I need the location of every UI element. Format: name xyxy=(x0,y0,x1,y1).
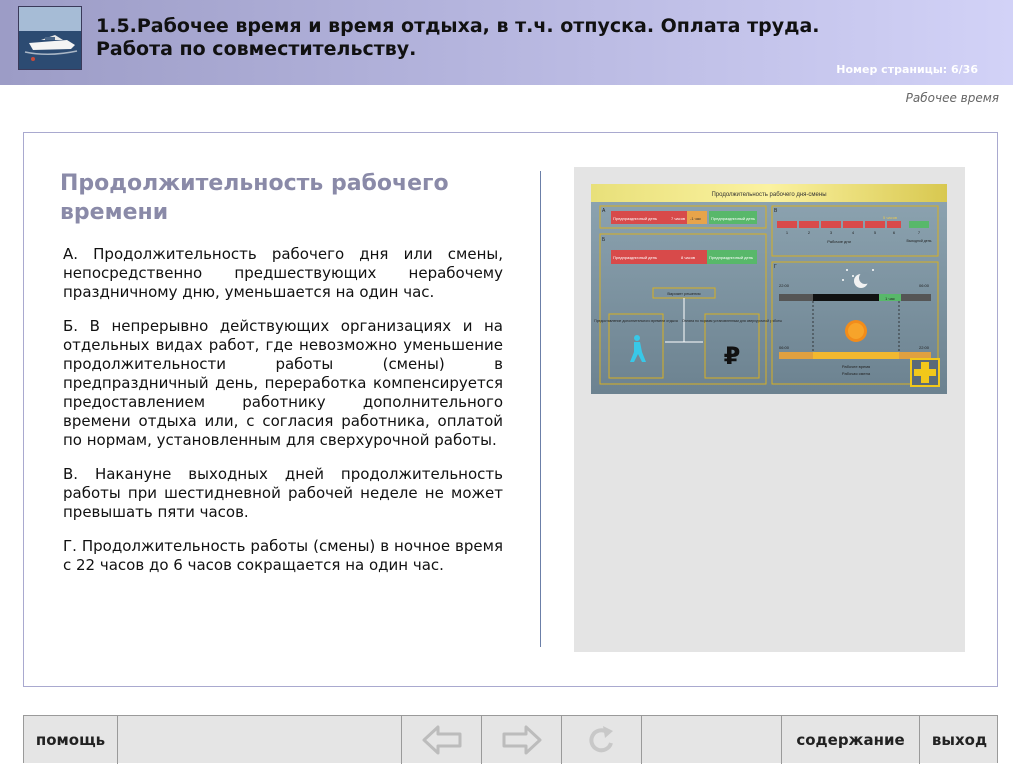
box-a-minus: -1 час xyxy=(690,216,701,221)
box-a-label-1: Предпраздничный день xyxy=(613,216,657,221)
time-22b-label: 22:00 xyxy=(919,345,930,350)
week-label: Рабочие дни xyxy=(827,239,851,244)
page-title: 1.5.Рабочее время и время отдыха, в т.ч.… xyxy=(96,15,896,61)
zoom-plus-icon[interactable] xyxy=(910,358,940,387)
help-button[interactable]: помощь xyxy=(24,716,118,764)
page-title-line-2: Работа по совместительству. xyxy=(96,38,417,60)
page-number: Номер страницы: 6/36 xyxy=(836,63,978,76)
paragraph-a: А. Продолжительность рабочего дня или см… xyxy=(63,245,503,301)
diagram-title: Продолжительность рабочего дня-смены xyxy=(711,192,826,198)
exit-button-label: выход xyxy=(931,731,988,749)
page-title-line-1: 1.5.Рабочее время и время отдыха, в т.ч.… xyxy=(96,15,820,37)
footer-spacer-right xyxy=(642,716,782,764)
paragraph-b: Б. В непрерывно действующих организациях… xyxy=(63,317,503,449)
illustration-panel: Продолжительность рабочего дня-смены А П… xyxy=(574,167,965,652)
box-b-label-1: Предпраздничный день xyxy=(613,255,657,260)
option-rest-label: Предоставление дополнительного времени о… xyxy=(594,319,678,323)
one-hour-label: 1 час xyxy=(885,296,895,301)
arrow-right-icon xyxy=(502,725,541,755)
working-shift-label: Рабочая смена xyxy=(842,371,871,376)
section-g-marker: Г xyxy=(774,264,777,270)
box-b-label-2: Предпраздничный день xyxy=(709,255,753,260)
contents-button-label: содержание xyxy=(796,731,905,749)
vertical-divider xyxy=(540,171,541,647)
footer-spacer-left xyxy=(118,716,402,764)
box-a-label-2: Предпраздничный день xyxy=(711,216,755,221)
box-b-hours: 8 часов xyxy=(681,255,695,260)
content-heading: Продолжительность рабочего времени xyxy=(60,171,449,225)
time-06-label: 06:00 xyxy=(919,283,930,288)
day-off-label: Выходной день xyxy=(906,239,931,243)
ruble-icon: ₽ xyxy=(724,342,741,370)
page-number-label: Номер страницы: xyxy=(836,63,948,76)
navigation-footer: помощь содержание выход xyxy=(23,715,999,764)
page-number-value: 6/36 xyxy=(951,63,978,76)
header-bar: 1.5.Рабочее время и время отдыха, в т.ч.… xyxy=(0,0,1013,85)
box-a-hours: 7 часов xyxy=(671,216,685,221)
paragraph-v: В. Накануне выходных дней продолжительно… xyxy=(63,465,503,521)
help-button-label: помощь xyxy=(35,731,106,749)
section-label: Рабочее время xyxy=(905,91,999,105)
course-logo xyxy=(18,6,82,70)
time-06b-label: 06:00 xyxy=(779,345,790,350)
content-frame: Продолжительность рабочего времени А. Пр… xyxy=(23,132,998,687)
reload-button[interactable] xyxy=(562,716,642,764)
five-hours-label: 5 часов xyxy=(883,215,897,220)
exit-button[interactable]: выход xyxy=(920,716,999,764)
paragraph-g: Г. Продолжительность работы (смены) в но… xyxy=(63,537,503,574)
arrow-left-icon xyxy=(422,725,461,755)
option-pay-label: Оплата по нормам установленным для сверх… xyxy=(682,319,782,323)
back-button[interactable] xyxy=(402,716,482,764)
content-text: А. Продолжительность рабочего дня или см… xyxy=(63,245,503,590)
working-time-diagram[interactable]: Продолжительность рабочего дня-смены А П… xyxy=(591,184,947,394)
working-time-label: Рабочее время xyxy=(842,364,870,369)
contents-button[interactable]: содержание xyxy=(782,716,920,764)
variant-label: Вариант решения xyxy=(667,291,700,296)
time-22-label: 22:00 xyxy=(779,283,790,288)
refresh-icon xyxy=(588,726,613,753)
forward-button[interactable] xyxy=(482,716,562,764)
sun-icon xyxy=(845,320,867,342)
